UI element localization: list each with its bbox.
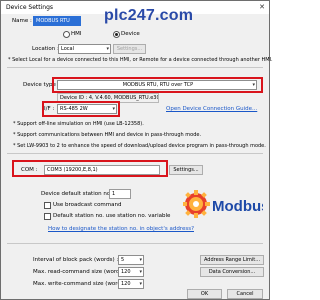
hmi-radio-label: HMI (71, 31, 82, 37)
read-size-select[interactable]: 120 ▾ (118, 267, 144, 277)
broadcast-checkbox[interactable] (44, 202, 51, 209)
logo-wordmark: Modbus (212, 198, 263, 215)
station-help-link[interactable]: How to designate the station no. in obje… (48, 226, 194, 232)
connection-guide-link[interactable]: Open Device Connection Guide... (166, 106, 257, 112)
data-conversion-button[interactable]: Data Conversion... (200, 267, 264, 277)
station-variable-checkbox[interactable] (44, 213, 51, 220)
interval-label: Interval of block pack (words) : (33, 257, 119, 263)
cancel-button[interactable]: Cancel (227, 289, 263, 299)
location-settings-button[interactable]: Settings... (113, 44, 146, 54)
device-radio[interactable] (113, 31, 120, 38)
watermark-text: plc247.com (104, 7, 194, 24)
device-type-highlight (52, 77, 263, 93)
read-size-label: Max. read-command size (words) : (33, 269, 129, 275)
window-title: Device Settings (6, 4, 54, 11)
note-lw9903: * Set LW-9903 to 2 to enhance the speed … (13, 143, 266, 149)
location-select[interactable]: Local ▾ (58, 44, 111, 54)
location-value: Local (61, 46, 74, 52)
read-size-value: 120 (121, 269, 131, 275)
write-size-label: Max. write-command size (words) : (33, 281, 130, 287)
divider (7, 153, 263, 154)
modbus-logo: Modbus (183, 190, 263, 218)
write-size-value: 120 (121, 281, 131, 287)
divider (7, 67, 263, 68)
name-label: Name : (12, 18, 32, 24)
ok-button[interactable]: OK (187, 289, 222, 299)
globe-icon (183, 190, 210, 218)
chevron-down-icon: ▾ (106, 46, 109, 52)
station-label: Device default station no. : (41, 191, 116, 197)
chevron-down-icon: ▾ (139, 281, 142, 287)
interface-highlight (42, 101, 120, 117)
chevron-down-icon: ▾ (139, 269, 142, 275)
write-size-select[interactable]: 120 ▾ (118, 279, 144, 289)
note-offline: * Support off-line simulation on HMI (us… (13, 121, 144, 127)
interval-select[interactable]: 5 ▾ (118, 255, 144, 265)
device-radio-label: Device (121, 31, 140, 37)
location-label: Location : (32, 46, 59, 52)
address-range-button[interactable]: Address Range Limit... (200, 255, 264, 265)
interval-value: 5 (121, 257, 125, 263)
chevron-down-icon: ▾ (139, 257, 142, 263)
close-icon[interactable]: ✕ (259, 3, 265, 11)
com-settings-button[interactable]: Settings... (169, 165, 203, 175)
station-variable-label: Default station no. use station no. vari… (53, 213, 171, 219)
station-field[interactable]: 1 (109, 189, 131, 199)
location-note: * Select Local for a device connected to… (8, 57, 273, 63)
broadcast-label: Use broadcast command (53, 202, 122, 208)
name-field[interactable]: MODBUS RTU (33, 16, 81, 26)
device-settings-dialog: Device Settings ✕ plc247.com Name : MODB… (0, 0, 273, 300)
divider (7, 243, 263, 244)
com-highlight (12, 160, 168, 177)
note-pass-through: * Support communications between HMI and… (13, 132, 202, 138)
hmi-radio[interactable] (63, 31, 70, 38)
